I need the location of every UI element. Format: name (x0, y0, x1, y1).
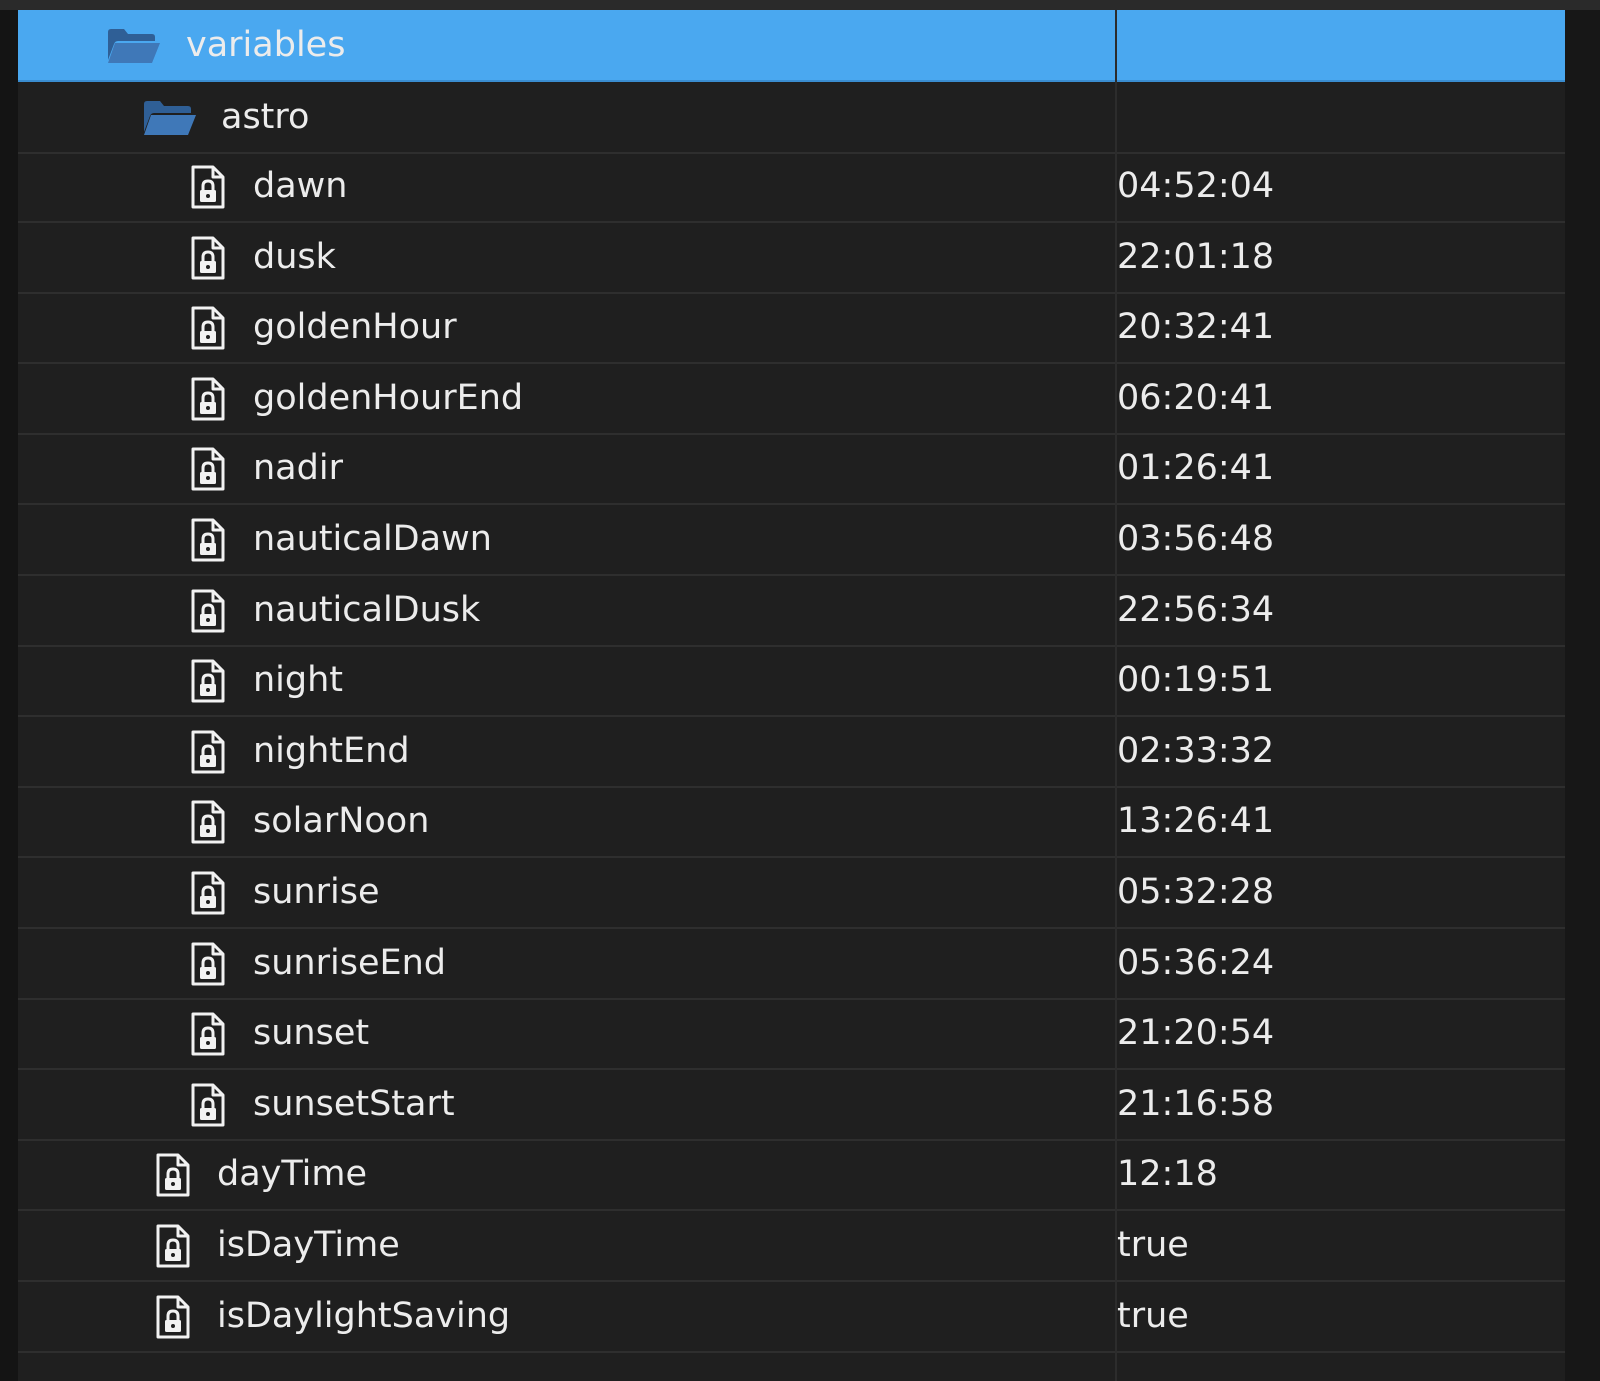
tree-row-label: dawn (253, 166, 348, 206)
tree-row-astro[interactable]: astro (18, 82, 1565, 154)
tree-row-value: 21:20:54 (1117, 1013, 1275, 1053)
tree-row-value: 06:20:41 (1117, 378, 1275, 418)
locked-file-icon (190, 645, 226, 717)
tree-row-sunriseEnd[interactable]: sunriseEnd 05:36:24 (18, 928, 1565, 1000)
top-edge (0, 0, 1600, 10)
tree-row-label: sunsetStart (253, 1084, 455, 1124)
tree-row-solarNoon[interactable]: solarNoon 13:26:41 (18, 786, 1565, 858)
variables-tree: variables astro dawn 04:52:04 dusk 22:01:1… (18, 10, 1565, 1381)
tree-row-dayTime[interactable]: dayTime 12:18 (18, 1139, 1565, 1211)
tree-row-label: dusk (253, 237, 336, 277)
locked-file-icon (190, 151, 226, 223)
locked-file-icon (190, 928, 226, 1000)
tree-row-label: astro (221, 97, 310, 137)
locked-file-icon (190, 222, 226, 294)
tree-row-sunrise[interactable]: sunrise 05:32:28 (18, 857, 1565, 929)
tree-row-label: isDaylightSaving (217, 1296, 511, 1336)
tree-row-variables[interactable]: variables (18, 10, 1565, 82)
tree-row-value: 13:26:41 (1117, 801, 1275, 841)
tree-row-isDayTime[interactable]: isDayTime true (18, 1210, 1565, 1282)
tree-row-label: nauticalDusk (253, 590, 481, 630)
tree-row-night[interactable]: night 00:19:51 (18, 645, 1565, 717)
tree-row-value: 05:36:24 (1117, 943, 1275, 983)
tree-row-dawn[interactable]: dawn 04:52:04 (18, 151, 1565, 223)
tree-row-value: 20:32:41 (1117, 307, 1275, 347)
locked-file-icon (155, 1210, 191, 1282)
locked-file-icon (155, 1281, 191, 1353)
tree-row-label: dayTime (217, 1154, 368, 1194)
folder-open-icon (106, 10, 162, 82)
tree-row-value: 22:01:18 (1117, 237, 1275, 277)
locked-file-icon (190, 433, 226, 505)
tree-row-label: goldenHour (253, 307, 457, 347)
tree-row-label: sunrise (253, 872, 380, 912)
scrollbar-track[interactable] (1565, 10, 1600, 1381)
tree-row-isDaylightSaving[interactable]: isDaylightSaving true (18, 1281, 1565, 1353)
tree-row-value: 22:56:34 (1117, 590, 1275, 630)
tree-row-goldenHourEnd[interactable]: goldenHourEnd 06:20:41 (18, 363, 1565, 435)
tree-row-value: 04:52:04 (1117, 166, 1275, 206)
tree-row-label: variables (186, 25, 346, 65)
tree-row-nauticalDawn[interactable]: nauticalDawn 03:56:48 (18, 504, 1565, 576)
locked-file-icon (190, 786, 226, 858)
tree-row-value: 03:56:48 (1117, 519, 1275, 559)
tree-row-value: 05:32:28 (1117, 872, 1275, 912)
tree-row-label: solarNoon (253, 801, 430, 841)
tree-row-value: 21:16:58 (1117, 1084, 1275, 1124)
tree-row-label: sunriseEnd (253, 943, 446, 983)
locked-file-icon (190, 504, 226, 576)
locked-file-icon (190, 1069, 226, 1141)
locked-file-icon (190, 292, 226, 364)
locked-file-icon (190, 998, 226, 1070)
tree-row-nadir[interactable]: nadir 01:26:41 (18, 433, 1565, 505)
tree-row-value: 12:18 (1117, 1154, 1218, 1194)
tree-row-label: night (253, 660, 344, 700)
tree-row-label: sunset (253, 1013, 370, 1053)
tree-row-value: true (1117, 1296, 1189, 1336)
tree-row-label: nauticalDawn (253, 519, 492, 559)
tree-row-nightEnd[interactable]: nightEnd 02:33:32 (18, 716, 1565, 788)
folder-open-icon (142, 82, 198, 154)
locked-file-icon (190, 716, 226, 788)
locked-file-icon (190, 363, 226, 435)
column-divider[interactable] (1115, 10, 1117, 1381)
tree-row-dusk[interactable]: dusk 22:01:18 (18, 222, 1565, 294)
locked-file-icon (155, 1139, 191, 1211)
tree-row-value: true (1117, 1225, 1189, 1265)
tree-row-value: 01:26:41 (1117, 448, 1275, 488)
tree-row-label: nadir (253, 448, 343, 488)
tree-row-sunsetStart[interactable]: sunsetStart 21:16:58 (18, 1069, 1565, 1141)
tree-row-nauticalDusk[interactable]: nauticalDusk 22:56:34 (18, 575, 1565, 647)
locked-file-icon (190, 857, 226, 929)
locked-file-icon (190, 575, 226, 647)
tree-row-value: 00:19:51 (1117, 660, 1275, 700)
tree-row-label: nightEnd (253, 731, 410, 771)
tree-row-label: goldenHourEnd (253, 378, 524, 418)
tree-row-sunset[interactable]: sunset 21:20:54 (18, 998, 1565, 1070)
tree-row-label: isDayTime (217, 1225, 400, 1265)
tree-row-goldenHour[interactable]: goldenHour 20:32:41 (18, 292, 1565, 364)
tree-row-value: 02:33:32 (1117, 731, 1275, 771)
